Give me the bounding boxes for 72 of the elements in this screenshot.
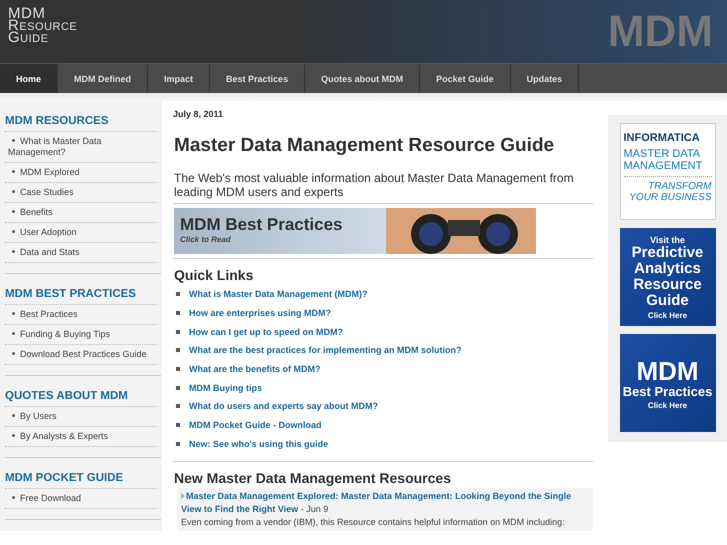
bullet-icon bbox=[176, 348, 180, 352]
sidebar-link[interactable]: Data and Stats bbox=[5, 242, 157, 263]
bullet-icon bbox=[176, 386, 180, 390]
ad-text: Visit the bbox=[650, 234, 685, 244]
section-heading: New Master Data Management Resources bbox=[174, 470, 452, 486]
bullet-icon bbox=[176, 330, 180, 334]
ad-title: Best Practices bbox=[622, 384, 712, 398]
quick-link[interactable]: What do users and experts say about MDM? bbox=[189, 401, 378, 412]
bullet-icon bbox=[12, 230, 15, 234]
bullet-icon bbox=[12, 414, 15, 418]
bullet-icon bbox=[12, 312, 15, 316]
bullet-icon bbox=[12, 170, 15, 174]
bullet-icon bbox=[12, 139, 15, 142]
resource-summary: Even coming from a vendor (IBM), this Resource contains helpful information on MDM including: bbox=[181, 516, 566, 530]
sidebar-link[interactable]: Download Best Practices Guide bbox=[5, 344, 157, 365]
header-title: MDM bbox=[608, 6, 713, 56]
resource-link[interactable]: Master Data Management Explored: Master Data Management: Looking Beyond the Single View to Find the Right View - Jun 9 bbox=[181, 490, 589, 516]
arrow-icon bbox=[181, 493, 185, 500]
page-title: Master Data Management Resource Guide bbox=[174, 135, 556, 157]
bullet-icon bbox=[176, 311, 180, 316]
bullet-icon bbox=[12, 250, 15, 254]
quick-link[interactable]: What is Master Data Management (MDM)? bbox=[189, 289, 368, 300]
sidebar-link[interactable]: Free Download bbox=[5, 488, 157, 509]
bullet-icon bbox=[176, 367, 180, 372]
ad-banner[interactable]: Visit the Predictive Analytics Resource Guide Click Here bbox=[620, 228, 716, 326]
quick-link[interactable]: New: See who's using this guide bbox=[189, 438, 328, 449]
bullet-icon bbox=[176, 442, 180, 446]
nav-tab[interactable]: Home bbox=[0, 64, 58, 93]
sidebar-link[interactable]: MDM Explored bbox=[5, 162, 157, 182]
sidebar-link[interactable]: Benefits bbox=[5, 202, 157, 222]
ad-text: MDM bbox=[636, 356, 699, 384]
bullet-icon bbox=[12, 332, 15, 336]
bullet-icon bbox=[12, 434, 15, 438]
quick-link[interactable]: What are the benefits of MDM? bbox=[189, 364, 321, 374]
bullet-icon bbox=[176, 404, 180, 408]
quick-link[interactable]: How can I get up to speed on MDM? bbox=[189, 326, 343, 337]
sidebar-heading: QUOTES ABOUT MDM bbox=[5, 390, 129, 402]
bullet-icon bbox=[12, 352, 15, 356]
quick-link[interactable]: MDM Buying tips bbox=[189, 382, 262, 393]
bullet-icon bbox=[12, 210, 15, 214]
bullet-icon bbox=[12, 190, 15, 194]
intro-text: The Web's most valuable information about Master Data Management from leading MDM users and experts bbox=[174, 171, 575, 199]
ad-brand: INFORMATICA bbox=[624, 132, 701, 144]
quick-link[interactable]: MDM Pocket Guide - Download bbox=[189, 420, 322, 430]
sidebar-heading: MDM POCKET GUIDE bbox=[5, 472, 124, 484]
banner-title: MDM Best Practices bbox=[180, 215, 343, 235]
banner-subtitle: Click to Read bbox=[180, 235, 232, 244]
ad-text: MASTER DATA MANAGEMENT bbox=[624, 148, 712, 177]
sidebar-heading: MDM RESOURCES bbox=[5, 115, 110, 127]
bullet-icon bbox=[12, 496, 15, 500]
quick-link[interactable]: What are the best practices for implementing an MDM solution? bbox=[189, 345, 462, 356]
ad-tagline: TRANSFORM YOUR BUSINESS bbox=[628, 181, 712, 203]
ad-banner[interactable]: MDM Best Practices Click Here bbox=[620, 334, 716, 432]
quick-link[interactable]: How are enterprises using MDM? bbox=[189, 308, 332, 318]
bullet-icon bbox=[176, 423, 180, 428]
sidebar-link[interactable]: Case Studies bbox=[5, 182, 157, 202]
sidebar-link[interactable]: Best Practices bbox=[5, 304, 157, 324]
ad-cta: Click Here bbox=[648, 400, 688, 410]
ad-cta: Click Here bbox=[648, 310, 688, 320]
post-date: July 8, 2011 bbox=[173, 109, 224, 119]
sidebar-heading: MDM BEST PRACTICES bbox=[5, 288, 137, 300]
section-heading: Quick Links bbox=[174, 267, 254, 283]
sidebar-link[interactable]: By Users bbox=[5, 406, 157, 426]
sidebar-link[interactable]: By Analysts & Experts bbox=[5, 426, 157, 447]
ad-banner[interactable]: INFORMATICA MASTER DATA MANAGEMENT TRANSFORM YOUR BUSINESS bbox=[620, 123, 716, 220]
bullet-icon bbox=[176, 292, 180, 296]
sidebar-link[interactable]: Funding & Buying Tips bbox=[5, 324, 157, 344]
sidebar-link[interactable]: User Adoption bbox=[5, 222, 157, 242]
promo-banner[interactable]: MDM Best Practices Click to Read bbox=[174, 208, 536, 254]
ad-title: Predictive Analytics Resource Guide bbox=[630, 244, 704, 308]
site-logo[interactable]: MDM Resource Guide bbox=[0, 0, 78, 63]
sidebar-link[interactable]: What is Master Data Management? bbox=[5, 131, 157, 162]
